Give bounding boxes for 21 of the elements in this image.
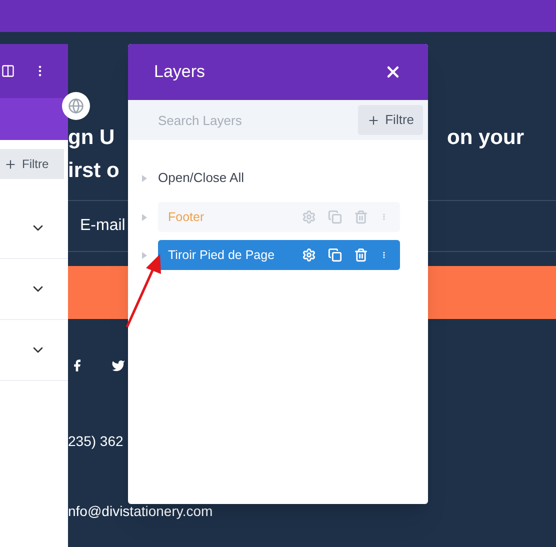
duplicate-icon[interactable] [328, 248, 342, 262]
layer-item[interactable]: Tiroir Pied de Page [158, 240, 400, 270]
heading-text: irst o [68, 158, 120, 184]
globe-icon [68, 98, 84, 114]
tab-bar [0, 98, 68, 140]
twitter-icon[interactable] [110, 358, 127, 372]
email-text: nfo@divistationery.com [68, 502, 213, 521]
search-field[interactable]: Search Layers [128, 100, 358, 140]
open-close-all-link[interactable]: Open/Close All [158, 168, 244, 188]
filter-button[interactable]: Filtre [0, 149, 64, 179]
delete-icon[interactable] [354, 248, 368, 262]
filter-button[interactable]: Filtre [358, 105, 423, 135]
heading-text: on your [447, 125, 524, 152]
phone-text: 235) 362 [68, 432, 124, 451]
heading-text: gn U [68, 125, 115, 152]
globe-button[interactable] [62, 92, 90, 120]
panel-title: Layers [154, 61, 206, 84]
plus-icon [367, 114, 380, 126]
plus-icon [4, 158, 17, 170]
email-field[interactable]: E-mail [80, 214, 126, 238]
columns-icon[interactable] [1, 64, 15, 78]
